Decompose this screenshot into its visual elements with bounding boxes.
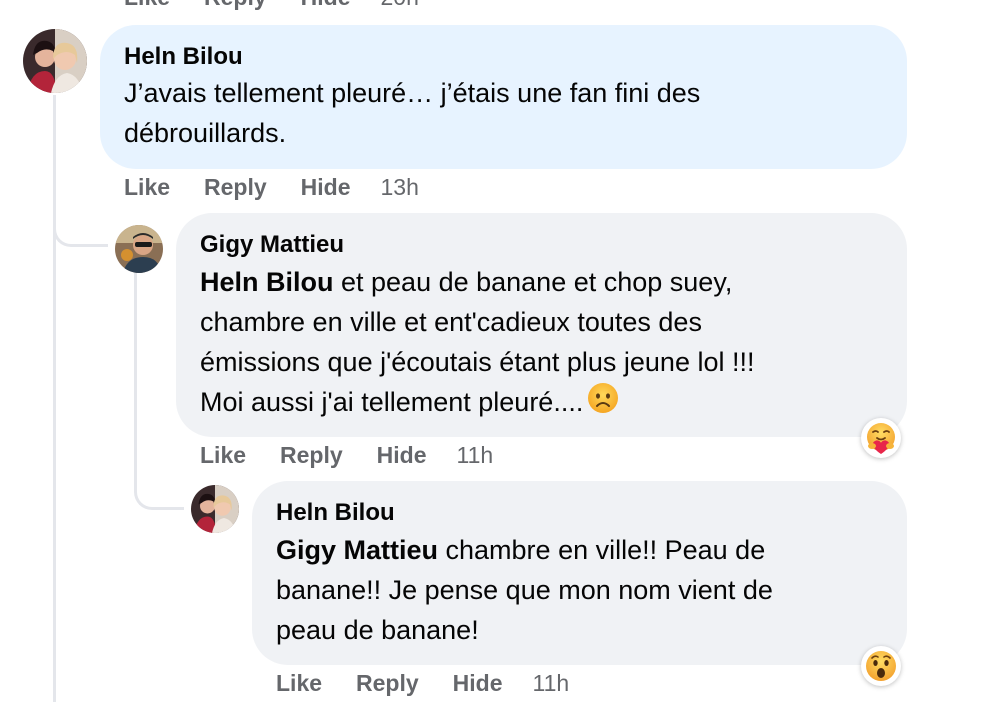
- comment-actions: Like Reply Hide 11h: [276, 670, 569, 697]
- comment-bubble: Gigy Mattieu Heln Bilou et peau de banan…: [176, 213, 907, 437]
- comment-bubble: Heln Bilou Gigy Mattieu chambre en ville…: [252, 481, 907, 665]
- timestamp[interactable]: 11h: [533, 670, 570, 697]
- comment-actions: Like Reply Hide 13h: [124, 174, 419, 201]
- comment-author[interactable]: Heln Bilou: [276, 499, 395, 527]
- comment-text: J’avais tellement pleuré… j’étais une fa…: [124, 78, 701, 148]
- comment-text: Heln Bilou et peau de banane et chop sue…: [200, 262, 900, 425]
- thread-line-main: [53, 95, 56, 702]
- reply-button[interactable]: Reply: [356, 670, 419, 697]
- timestamp[interactable]: 20h: [381, 0, 419, 11]
- care-reaction-icon[interactable]: [861, 418, 901, 458]
- comment-text: Gigy Mattieu chambre en ville!! Peau de …: [276, 535, 773, 645]
- thread-connector-curve: [53, 200, 108, 247]
- avatar[interactable]: [115, 225, 163, 273]
- like-button[interactable]: Like: [124, 174, 170, 201]
- mention-link[interactable]: Gigy Mattieu: [276, 535, 438, 565]
- like-button[interactable]: Like: [124, 0, 170, 11]
- wow-reaction-icon[interactable]: [861, 646, 901, 686]
- comment-actions: Like Reply Hide 11h: [200, 442, 493, 469]
- frowning-face-icon: [587, 382, 619, 425]
- timestamp[interactable]: 11h: [457, 442, 494, 469]
- timestamp[interactable]: 13h: [381, 174, 419, 201]
- avatar[interactable]: [23, 29, 87, 93]
- hide-button[interactable]: Hide: [453, 670, 503, 697]
- avatar[interactable]: [191, 485, 239, 533]
- hide-button[interactable]: Hide: [301, 174, 351, 201]
- reply-button[interactable]: Reply: [204, 0, 267, 11]
- reply-button[interactable]: Reply: [204, 174, 267, 201]
- reply-button[interactable]: Reply: [280, 442, 343, 469]
- like-button[interactable]: Like: [200, 442, 246, 469]
- hide-button[interactable]: Hide: [377, 442, 427, 469]
- comment-author[interactable]: Heln Bilou: [124, 43, 243, 71]
- previous-comment-actions: Like Reply Hide 20h: [124, 0, 419, 11]
- mention-link[interactable]: Heln Bilou: [200, 267, 334, 297]
- like-button[interactable]: Like: [276, 670, 322, 697]
- hide-button[interactable]: Hide: [301, 0, 351, 11]
- comment-bubble: Heln Bilou J’avais tellement pleuré… j’é…: [100, 25, 907, 169]
- comment-author[interactable]: Gigy Mattieu: [200, 231, 344, 259]
